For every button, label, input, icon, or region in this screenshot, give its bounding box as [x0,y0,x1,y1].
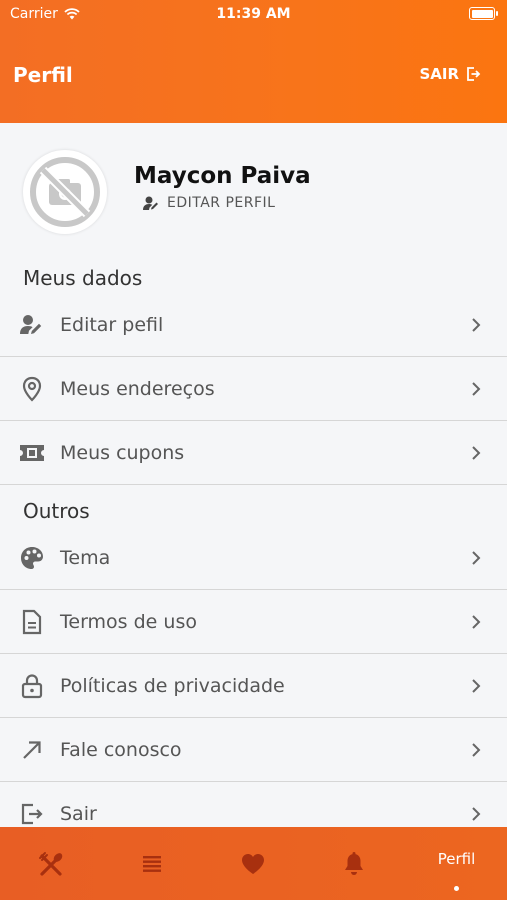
chevron-right-icon [469,676,483,696]
chevron-right-icon [469,315,483,335]
user-edit-icon [19,312,45,338]
menu-item-label: Termos de uso [60,610,197,633]
menu-item-label: Fale conosco [60,738,182,761]
tab-orders[interactable] [101,827,202,900]
lock-icon [19,673,45,699]
chevron-right-icon [469,740,483,760]
map-pin-icon [19,376,45,402]
menu-item-termos-de-uso[interactable]: Termos de uso [0,590,507,653]
tab-notifications[interactable] [303,827,404,900]
edit-profile-label: EDITAR PERFIL [167,195,276,211]
document-icon [19,609,45,635]
menu-item-meus-enderecos[interactable]: Meus endereços [0,357,507,420]
section-title-outros: Outros [23,499,90,523]
section-title-meus-dados: Meus dados [23,266,143,290]
logout-label: SAIR [419,65,459,83]
logout-icon [467,67,481,81]
menu-item-tema[interactable]: Tema [0,526,507,589]
chevron-right-icon [469,612,483,632]
app-header: Carrier 11:39 AM Perfil SAIR [0,0,507,123]
chevron-right-icon [469,379,483,399]
tab-label: Perfil [437,849,476,868]
active-tab-indicator [454,886,459,891]
tab-restaurants[interactable] [0,827,101,900]
logout-icon [19,801,45,827]
status-time: 11:39 AM [216,6,291,22]
divider [0,484,507,485]
no-photo-icon [30,157,100,227]
palette-icon [19,545,45,571]
status-bar: Carrier 11:39 AM [0,0,507,30]
avatar[interactable] [23,150,107,234]
menu-item-editar-perfil[interactable]: Editar pefil [0,293,507,356]
profile-card: Maycon Paiva EDITAR PERFIL [0,123,507,260]
menu-item-fale-conosco[interactable]: Fale conosco [0,718,507,781]
bottom-tab-bar: Perfil [0,827,507,900]
menu-item-politicas-de-privacidade[interactable]: Políticas de privacidade [0,654,507,717]
menu-item-label: Sair [60,802,97,825]
tab-favorites[interactable] [202,827,303,900]
tab-profile[interactable]: Perfil [406,827,507,900]
user-edit-icon [143,196,158,210]
menu-item-label: Meus cupons [60,441,185,464]
utensils-icon [38,851,62,876]
list-icon [142,855,161,872]
chevron-right-icon [469,548,483,568]
menu-item-meus-cupons[interactable]: Meus cupons [0,421,507,484]
bell-icon [344,851,363,875]
menu-item-label: Políticas de privacidade [60,674,285,697]
logout-button[interactable]: SAIR [419,65,481,83]
page-title: Perfil [13,63,73,87]
menu-item-label: Editar pefil [60,313,164,336]
menu-item-label: Meus endereços [60,377,215,400]
profile-name: Maycon Paiva [134,163,311,189]
battery-icon [469,7,498,20]
arrow-up-right-icon [19,737,45,763]
chevron-right-icon [469,443,483,463]
menu-item-label: Tema [60,546,111,569]
chevron-right-icon [469,804,483,824]
edit-profile-link[interactable]: EDITAR PERFIL [143,195,275,211]
heart-icon [241,853,264,874]
ticket-icon [19,440,45,466]
